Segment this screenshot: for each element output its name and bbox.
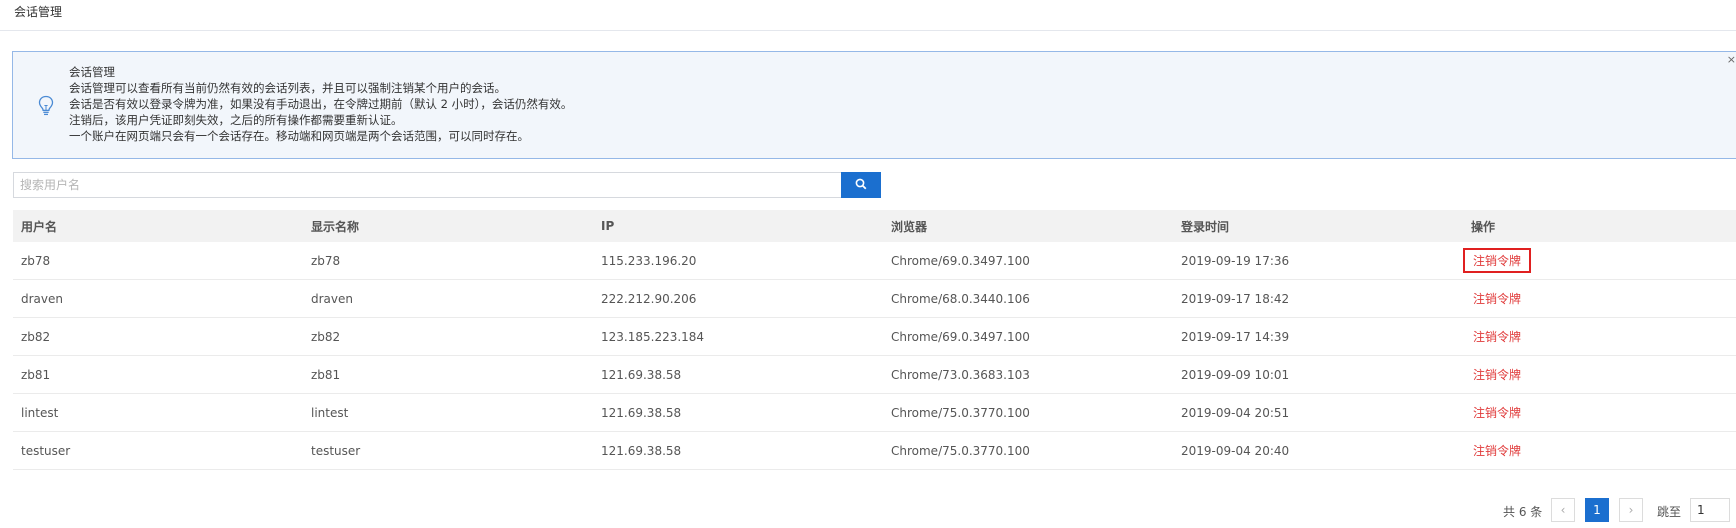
revoke-token-button[interactable]: 注销令牌: [1463, 438, 1531, 463]
cell-display-name: zb78: [311, 253, 341, 268]
cell-ip: 123.185.223.184: [601, 329, 705, 344]
cell-login-time: 2019-09-19 17:36: [1181, 253, 1290, 268]
jump-to-label: 跳至: [1657, 505, 1682, 519]
pagination: 共 6 条 ‹ 1 › 跳至: [0, 498, 1736, 524]
cell-ip: 121.69.38.58: [601, 443, 682, 458]
cell-browser: Chrome/75.0.3770.100: [891, 443, 1030, 458]
column-header-browser: 浏览器: [891, 219, 928, 234]
cell-browser: Chrome/69.0.3497.100: [891, 329, 1030, 344]
sessions-table: 用户名 显示名称 IP 浏览器 登录时间 操作 zb78 zb78 115.23…: [13, 210, 1736, 470]
cell-login-time: 2019-09-17 14:39: [1181, 329, 1290, 344]
cell-ip: 115.233.196.20: [601, 253, 697, 268]
search-input[interactable]: [13, 172, 842, 198]
table-row: zb81 zb81 121.69.38.58 Chrome/73.0.3683.…: [13, 356, 1736, 394]
cell-display-name: zb81: [311, 367, 341, 382]
table-row: draven draven 222.212.90.206 Chrome/68.0…: [13, 280, 1736, 318]
cell-display-name: draven: [311, 291, 353, 306]
column-header-ip: IP: [601, 219, 615, 233]
revoke-token-button[interactable]: 注销令牌: [1463, 362, 1531, 387]
chevron-left-icon: ‹: [1560, 503, 1566, 517]
cell-login-time: 2019-09-04 20:51: [1181, 405, 1290, 420]
cell-ip: 121.69.38.58: [601, 405, 682, 420]
table-row: testuser testuser 121.69.38.58 Chrome/75…: [13, 432, 1736, 470]
revoke-token-button[interactable]: 注销令牌: [1463, 286, 1531, 311]
cell-username: lintest: [21, 405, 59, 420]
cell-login-time: 2019-09-09 10:01: [1181, 367, 1290, 382]
prev-page-button[interactable]: ‹: [1551, 498, 1575, 522]
cell-browser: Chrome/69.0.3497.100: [891, 253, 1030, 268]
cell-username: draven: [21, 291, 63, 306]
search-icon: [855, 178, 867, 193]
next-page-button[interactable]: ›: [1619, 498, 1643, 522]
lightbulb-icon: [37, 95, 55, 117]
revoke-token-button[interactable]: 注销令牌: [1463, 248, 1532, 273]
cell-login-time: 2019-09-04 20:40: [1181, 443, 1290, 458]
table-header: 用户名 显示名称 IP 浏览器 登录时间 操作: [13, 210, 1736, 242]
cell-display-name: zb82: [311, 329, 341, 344]
info-alert: × 会话管理 会话管理可以查看所有当前仍然有效的会话列表，并且可以强制注销某个用…: [12, 51, 1736, 159]
cell-username: zb81: [21, 367, 51, 382]
chevron-right-icon: ›: [1628, 503, 1634, 517]
total-count: 共 6 条: [1503, 505, 1543, 519]
cell-browser: Chrome/75.0.3770.100: [891, 405, 1030, 420]
page-number-button[interactable]: 1: [1585, 498, 1609, 522]
cell-display-name: testuser: [311, 443, 361, 458]
cell-ip: 121.69.38.58: [601, 367, 682, 382]
column-header-login-time: 登录时间: [1181, 219, 1230, 234]
column-header-display-name: 显示名称: [311, 219, 360, 234]
column-header-username: 用户名: [21, 219, 58, 234]
session-management-page: 会话管理 × 会话管理 会话管理可以查看所有当前仍然有效的会话列表，并且可以强制…: [0, 0, 1736, 528]
info-line: 会话管理可以查看所有当前仍然有效的会话列表，并且可以强制注销某个用户的会话。: [69, 81, 506, 95]
cell-username: zb82: [21, 329, 51, 344]
title-divider: [0, 30, 1736, 31]
cell-display-name: lintest: [311, 405, 349, 420]
table-row: lintest lintest 121.69.38.58 Chrome/75.0…: [13, 394, 1736, 432]
info-heading: 会话管理: [69, 65, 115, 79]
table-row: zb78 zb78 115.233.196.20 Chrome/69.0.349…: [13, 242, 1736, 280]
revoke-token-button[interactable]: 注销令牌: [1463, 324, 1531, 349]
search-button[interactable]: [841, 172, 881, 198]
cell-ip: 222.212.90.206: [601, 291, 697, 306]
cell-username: zb78: [21, 253, 51, 268]
info-line: 注销后，该用户凭证即刻失效，之后的所有操作都需要重新认证。: [69, 113, 403, 127]
page-title: 会话管理: [14, 5, 63, 19]
revoke-token-button[interactable]: 注销令牌: [1463, 400, 1531, 425]
jump-to-page-input[interactable]: [1690, 498, 1730, 522]
column-header-action: 操作: [1471, 219, 1496, 234]
cell-browser: Chrome/68.0.3440.106: [891, 291, 1030, 306]
cell-username: testuser: [21, 443, 71, 458]
close-icon[interactable]: ×: [1727, 54, 1736, 65]
cell-browser: Chrome/73.0.3683.103: [891, 367, 1030, 382]
info-line: 会话是否有效以登录令牌为准，如果没有手动退出，在令牌过期前（默认 2 小时），会…: [69, 97, 573, 111]
table-row: zb82 zb82 123.185.223.184 Chrome/69.0.34…: [13, 318, 1736, 356]
info-line: 一个账户在网页端只会有一个会话存在。移动端和网页端是两个会话范围，可以同时存在。: [69, 129, 529, 143]
cell-login-time: 2019-09-17 18:42: [1181, 291, 1290, 306]
